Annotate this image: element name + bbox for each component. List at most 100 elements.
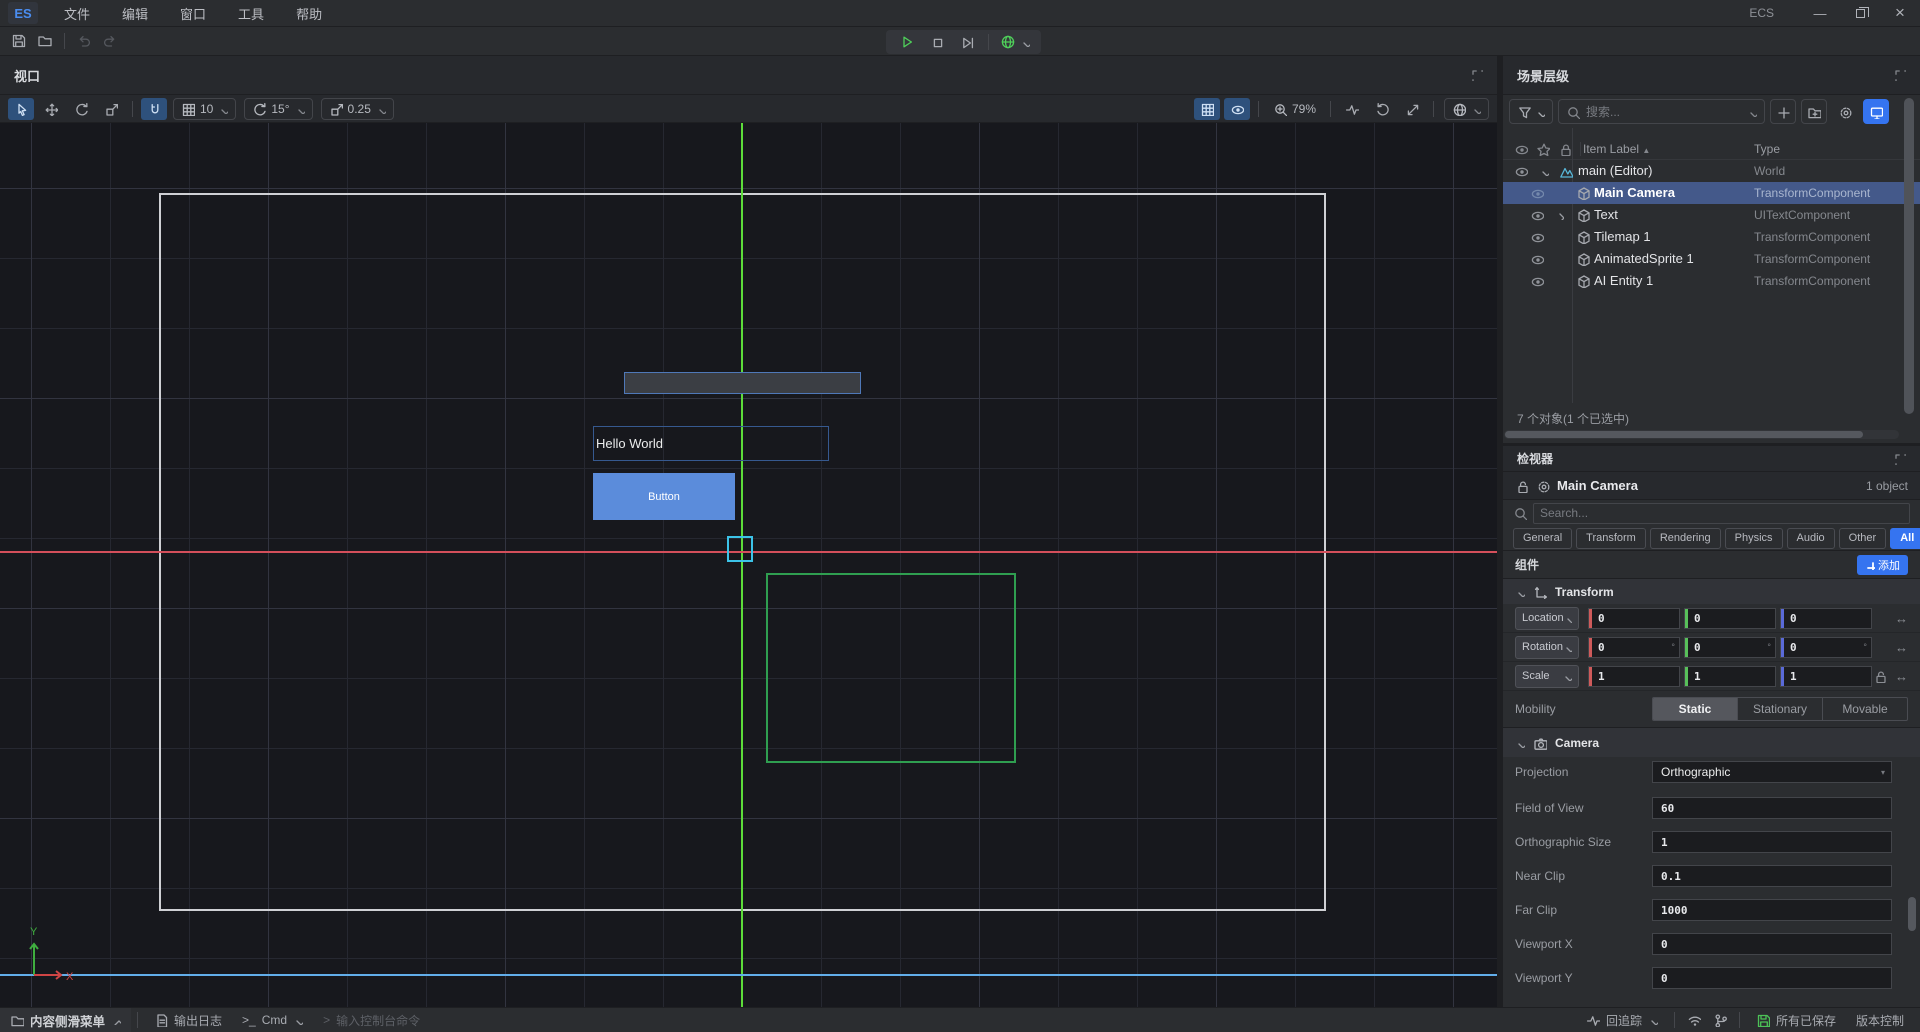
expand-panel-icon[interactable] (1894, 453, 1906, 465)
visibility-eye-icon[interactable] (1530, 186, 1544, 200)
output-log-button[interactable]: 输出日志 (144, 1008, 232, 1032)
filter-dropdown[interactable] (1509, 99, 1553, 124)
tree-row-tilemap[interactable]: Tilemap 1 TransformComponent (1503, 226, 1920, 248)
orthographic-size-input[interactable] (1653, 836, 1891, 849)
play-button[interactable] (892, 30, 922, 54)
run-target-dropdown[interactable] (995, 30, 1035, 54)
lock-open-icon[interactable] (1873, 669, 1887, 683)
rotation-snap-dropdown[interactable]: 15° (244, 98, 312, 120)
lock-open-icon[interactable] (1515, 479, 1529, 493)
visibility-eye-icon[interactable] (1530, 208, 1544, 222)
far-clip-input[interactable] (1653, 904, 1891, 917)
button-object[interactable]: Button (593, 473, 735, 520)
stats-button[interactable] (1339, 98, 1365, 120)
visibility-eye-icon[interactable] (1530, 274, 1544, 288)
minimize-button[interactable]: — (1800, 0, 1840, 26)
tab-transform[interactable]: Transform (1576, 528, 1646, 549)
horizontal-scrollbar[interactable] (1504, 430, 1899, 439)
inspector-scrollbar[interactable] (1908, 897, 1916, 957)
viewport-x-field[interactable] (1652, 933, 1892, 955)
stop-button[interactable] (922, 30, 952, 54)
location-dropdown[interactable]: Location (1515, 607, 1579, 630)
rotation-y-input[interactable] (1685, 641, 1775, 654)
menu-edit[interactable]: 编辑 (118, 4, 152, 23)
fullscreen-button[interactable] (1399, 98, 1425, 120)
trace-dropdown[interactable]: 回追踪 (1576, 1008, 1668, 1032)
visibility-eye-icon[interactable] (1530, 252, 1544, 266)
scale-z-input[interactable] (1781, 670, 1871, 683)
location-z-field[interactable] (1780, 608, 1872, 629)
viewport-x-input[interactable] (1653, 938, 1891, 951)
text-object[interactable]: Hello World (593, 426, 829, 461)
scale-y-input[interactable] (1685, 670, 1775, 683)
hierarchy-settings-button[interactable] (1832, 99, 1858, 124)
mobility-static-option[interactable]: Static (1653, 698, 1738, 720)
tab-physics[interactable]: Physics (1725, 528, 1783, 549)
grid-snap-dropdown[interactable]: 10 (173, 98, 236, 120)
scrollbar-thumb[interactable] (1505, 431, 1863, 438)
scene-canvas[interactable]: Hello World Button Y X (0, 123, 1497, 1007)
tilemap-bounds[interactable] (766, 573, 1016, 763)
save-button[interactable] (6, 29, 32, 53)
visibility-eye-icon[interactable] (1530, 230, 1544, 244)
tree-row-main-camera[interactable]: Main Camera TransformComponent (1503, 182, 1920, 204)
inspector-search-input[interactable] (1540, 506, 1903, 520)
close-button[interactable]: × (1880, 0, 1920, 26)
field-of-view-input[interactable] (1653, 802, 1891, 815)
scrollbar-thumb[interactable] (1904, 98, 1914, 414)
viewport-y-input[interactable] (1653, 972, 1891, 985)
tree-row-ai-entity[interactable]: AI Entity 1 TransformComponent (1503, 270, 1920, 292)
link-values-icon[interactable]: ↔ (1895, 669, 1908, 684)
field-of-view-field[interactable] (1652, 797, 1892, 819)
scale-z-field[interactable] (1780, 666, 1872, 687)
tab-audio[interactable]: Audio (1787, 528, 1835, 549)
reset-view-button[interactable] (1369, 98, 1395, 120)
near-clip-field[interactable] (1652, 865, 1892, 887)
viewport-y-field[interactable] (1652, 967, 1892, 989)
snap-toggle-button[interactable] (141, 98, 167, 120)
visibility-column-icon[interactable] (1514, 142, 1528, 156)
tab-all[interactable]: All (1890, 528, 1920, 549)
scale-snap-dropdown[interactable]: 0.25 (321, 98, 394, 120)
camera-section-header[interactable]: Camera (1503, 727, 1920, 757)
location-x-field[interactable] (1588, 608, 1680, 629)
cmd-dropdown[interactable]: >_ Cmd (232, 1008, 313, 1032)
version-control-button[interactable]: 版本控制 (1846, 1008, 1920, 1032)
source-control-icon[interactable] (1707, 1008, 1733, 1032)
show-grid-toggle[interactable] (1194, 98, 1220, 120)
tree-row-text[interactable]: Text UITextComponent (1503, 204, 1920, 226)
lock-column-icon[interactable] (1558, 142, 1581, 156)
tab-general[interactable]: General (1513, 528, 1572, 549)
new-folder-button[interactable] (1801, 99, 1827, 124)
rotation-z-input[interactable] (1781, 641, 1871, 654)
console-command-input[interactable]: > 输入控制台命令 (313, 1008, 430, 1032)
rotation-z-field[interactable]: ° (1780, 637, 1872, 658)
visibility-toggle[interactable] (1224, 98, 1250, 120)
visibility-eye-icon[interactable] (1514, 164, 1528, 178)
mobility-movable-option[interactable]: Movable (1823, 698, 1907, 720)
expand-panel-icon[interactable] (1471, 69, 1483, 81)
gear-icon[interactable] (1536, 479, 1550, 493)
mobility-stationary-option[interactable]: Stationary (1738, 698, 1823, 720)
menu-help[interactable]: 帮助 (292, 4, 326, 23)
panel-object[interactable] (624, 372, 861, 394)
maximize-button[interactable] (1840, 0, 1880, 26)
location-x-input[interactable] (1589, 612, 1679, 625)
chevron-down-icon[interactable] (1539, 166, 1549, 176)
zoom-level-control[interactable]: 79% (1273, 102, 1316, 116)
scale-x-field[interactable] (1588, 666, 1680, 687)
location-y-input[interactable] (1685, 612, 1775, 625)
rotation-x-input[interactable] (1589, 641, 1679, 654)
chevron-right-icon[interactable] (1554, 210, 1564, 220)
transform-section-header[interactable]: Transform (1503, 578, 1920, 604)
scale-dropdown[interactable]: Scale (1515, 665, 1579, 688)
rotation-dropdown[interactable]: Rotation (1515, 636, 1579, 659)
undo-button[interactable] (71, 29, 97, 53)
menu-file[interactable]: 文件 (60, 4, 94, 23)
save-status[interactable]: 所有已保存 (1746, 1008, 1846, 1032)
view-mode-button[interactable] (1863, 99, 1889, 124)
favorite-column-icon[interactable] (1536, 142, 1550, 156)
content-drawer-button[interactable]: 内容侧滑菜单 (0, 1008, 131, 1032)
add-entity-button[interactable] (1770, 99, 1796, 124)
location-y-field[interactable] (1684, 608, 1776, 629)
